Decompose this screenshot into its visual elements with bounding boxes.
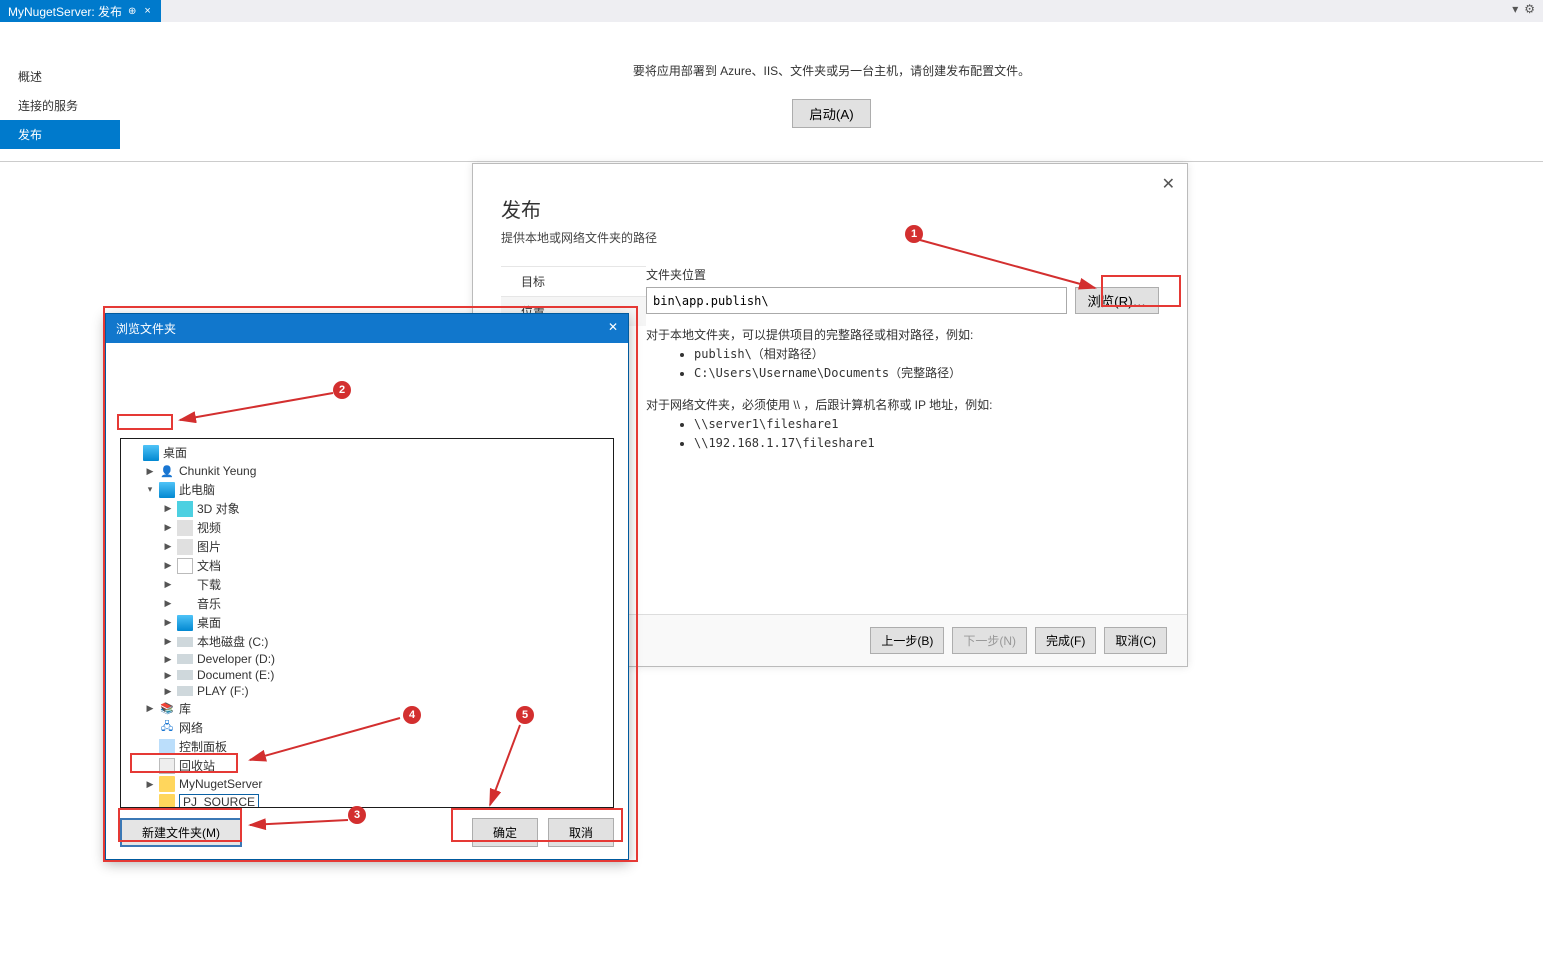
music-icon xyxy=(177,596,193,612)
help-net-ex2: \\192.168.1.17\fileshare1 xyxy=(694,434,1159,453)
new-folder-button[interactable]: 新建文件夹(M) xyxy=(120,818,242,847)
tree-new-folder[interactable]: PJ_SOURCE xyxy=(125,793,609,808)
help-net-ex1: \\server1\fileshare1 xyxy=(694,415,1159,434)
network-icon: 🖧 xyxy=(159,720,175,736)
publish-sidebar: 概述 连接的服务 发布 xyxy=(0,22,120,161)
tab-dropdown-icon[interactable]: ▾ xyxy=(1512,2,1518,16)
monitor-icon xyxy=(177,615,193,631)
help-local-ex1: publish\（相对路径） xyxy=(694,345,1159,364)
folder-tree[interactable]: 桌面 ▶👤Chunkit Yeung ▾此电脑 ▶3D 对象▶视频▶图片▶文档▶… xyxy=(120,438,614,808)
doc-icon xyxy=(177,558,193,574)
next-button: 下一步(N) xyxy=(952,627,1027,654)
browse-dialog-close-icon[interactable]: ✕ xyxy=(608,320,618,337)
disk-icon xyxy=(177,686,193,696)
user-icon: 👤 xyxy=(159,463,175,479)
tree-item[interactable]: ▶Document (E:) xyxy=(125,667,609,683)
step-target[interactable]: 目标 xyxy=(501,266,646,296)
tree-control-panel[interactable]: 控制面板 xyxy=(125,737,609,756)
folder-icon xyxy=(159,794,175,808)
browse-dialog-title: 浏览文件夹 xyxy=(116,320,176,337)
library-icon: 📚 xyxy=(159,701,175,717)
cancel-button[interactable]: 取消 xyxy=(548,818,614,847)
disk-icon xyxy=(177,654,193,664)
back-button[interactable]: 上一步(B) xyxy=(870,627,944,654)
tree-item[interactable]: ▶3D 对象 xyxy=(125,499,609,518)
sidebar-item-publish[interactable]: 发布 xyxy=(0,120,120,149)
tree-item[interactable]: ▶音乐 xyxy=(125,594,609,613)
publish-dialog-close-icon[interactable]: ✕ xyxy=(1162,174,1175,194)
finish-button[interactable]: 完成(F) xyxy=(1035,627,1096,654)
help-text: 对于本地文件夹，可以提供项目的完整路径或相对路径，例如: publish\（相对… xyxy=(646,326,1159,453)
recycle-icon xyxy=(159,758,175,774)
tab-title: MyNugetServer: 发布 xyxy=(8,3,122,20)
publish-message: 要将应用部署到 Azure、IIS、文件夹或另一台主机，请创建发布配置文件。 xyxy=(633,62,1030,79)
active-tab[interactable]: MyNugetServer: 发布 ⊕ × xyxy=(0,0,161,22)
tree-user[interactable]: ▶👤Chunkit Yeung xyxy=(125,462,609,480)
help-net: 对于网络文件夹，必须使用 \\ ，后跟计算机名称或 IP 地址，例如: xyxy=(646,396,1159,415)
tree-item[interactable]: ▶文档 xyxy=(125,556,609,575)
control-panel-icon xyxy=(159,739,175,755)
start-button[interactable]: 启动(A) xyxy=(792,99,870,128)
desktop-icon xyxy=(143,445,159,461)
tab-pin-icon[interactable]: ⊕ xyxy=(128,6,136,17)
browse-folder-dialog: 浏览文件夹 ✕ 桌面 ▶👤Chunkit Yeung ▾此电脑 ▶3D 对象▶视… xyxy=(105,313,629,860)
tree-item[interactable]: ▶视频 xyxy=(125,518,609,537)
disk-icon xyxy=(177,670,193,680)
tree-item[interactable]: ▶下载 xyxy=(125,575,609,594)
download-icon xyxy=(177,577,193,593)
folder3d-icon xyxy=(177,501,193,517)
video-icon xyxy=(177,520,193,536)
tree-this-pc[interactable]: ▾此电脑 xyxy=(125,480,609,499)
ok-button[interactable]: 确定 xyxy=(472,818,538,847)
tree-nuget-folder[interactable]: ▶MyNugetServer xyxy=(125,775,609,793)
browse-button[interactable]: 浏览(R)… xyxy=(1075,287,1160,314)
tree-recycle-bin[interactable]: 回收站 xyxy=(125,756,609,775)
tree-item[interactable]: ▶本地磁盘 (C:) xyxy=(125,632,609,651)
publish-dialog-title: 发布 xyxy=(501,194,1159,223)
pic-icon xyxy=(177,539,193,555)
sidebar-item-overview[interactable]: 概述 xyxy=(0,62,120,91)
tree-item[interactable]: ▶图片 xyxy=(125,537,609,556)
tree-item[interactable]: ▶桌面 xyxy=(125,613,609,632)
folder-location-label: 文件夹位置 xyxy=(646,266,1159,283)
tab-close-icon[interactable]: × xyxy=(142,5,152,17)
pc-icon xyxy=(159,482,175,498)
help-local: 对于本地文件夹，可以提供项目的完整路径或相对路径，例如: xyxy=(646,326,1159,345)
tree-desktop[interactable]: 桌面 xyxy=(125,443,609,462)
cancel-button[interactable]: 取消(C) xyxy=(1104,627,1167,654)
sidebar-item-connected[interactable]: 连接的服务 xyxy=(0,91,120,120)
tree-library[interactable]: ▶📚库 xyxy=(125,699,609,718)
disk-icon xyxy=(177,637,193,647)
tree-network[interactable]: 🖧网络 xyxy=(125,718,609,737)
tab-settings-icon[interactable]: ⚙ xyxy=(1524,2,1535,16)
tab-bar: MyNugetServer: 发布 ⊕ × ▾ ⚙ xyxy=(0,0,1543,22)
publish-dialog-subtitle: 提供本地或网络文件夹的路径 xyxy=(501,229,1159,246)
folder-icon xyxy=(159,776,175,792)
tree-item[interactable]: ▶PLAY (F:) xyxy=(125,683,609,699)
folder-location-input[interactable] xyxy=(646,287,1067,314)
help-local-ex2: C:\Users\Username\Documents（完整路径） xyxy=(694,364,1159,383)
publish-panel: 概述 连接的服务 发布 要将应用部署到 Azure、IIS、文件夹或另一台主机，… xyxy=(0,22,1543,162)
tree-item[interactable]: ▶Developer (D:) xyxy=(125,651,609,667)
